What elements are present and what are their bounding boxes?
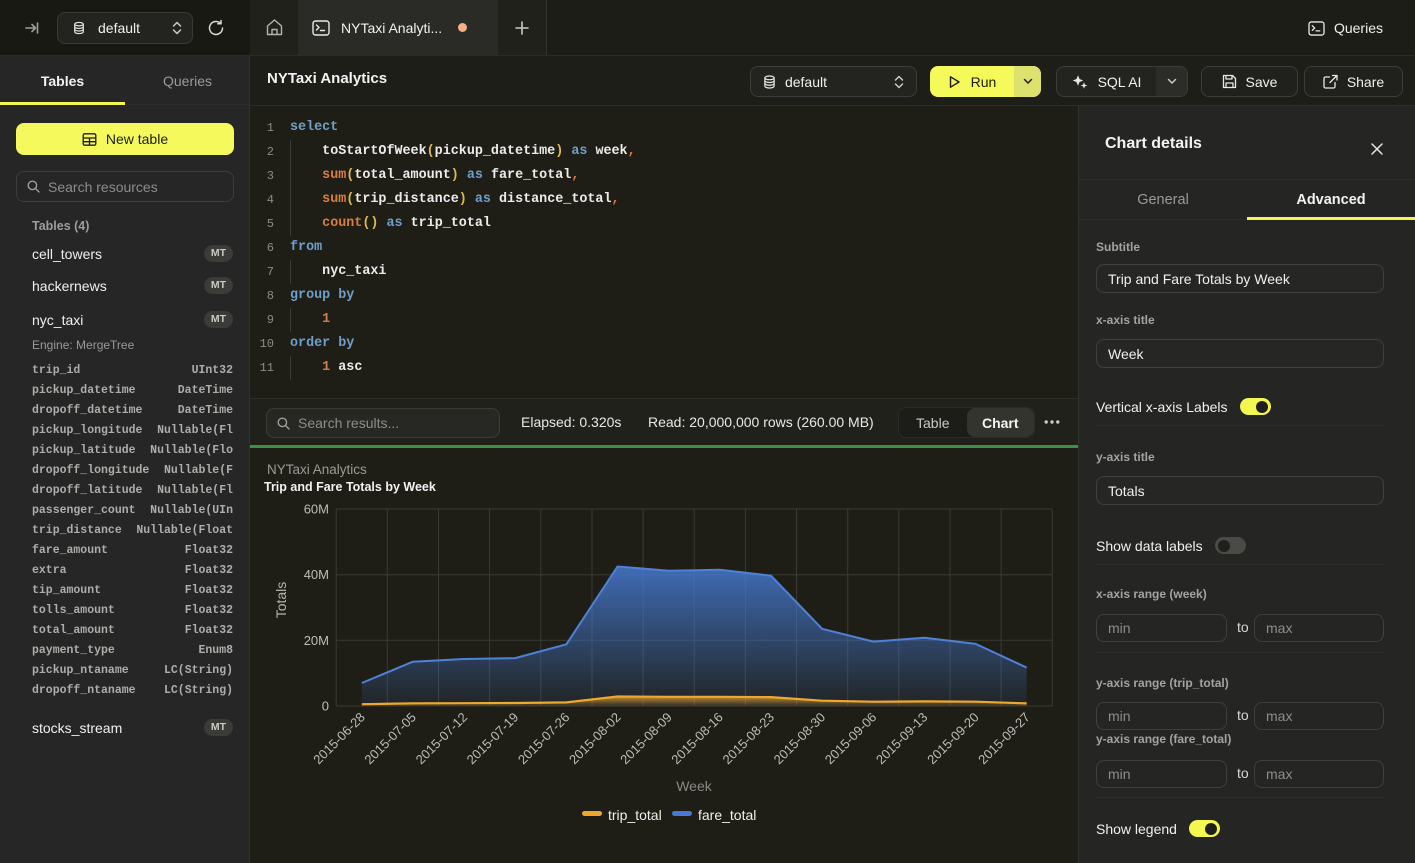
svg-text:2015-07-19: 2015-07-19 [464, 710, 522, 768]
svg-text:fare_total: fare_total [698, 807, 756, 823]
svg-text:2015-07-05: 2015-07-05 [361, 710, 419, 768]
svg-text:2015-09-20: 2015-09-20 [924, 710, 982, 768]
svg-text:2015-09-06: 2015-09-06 [822, 710, 880, 768]
svg-text:2015-08-09: 2015-08-09 [617, 710, 675, 768]
svg-text:40M: 40M [304, 567, 329, 582]
svg-text:60M: 60M [304, 502, 329, 517]
svg-text:2015-08-16: 2015-08-16 [668, 710, 726, 768]
svg-text:2015-09-13: 2015-09-13 [873, 710, 931, 768]
svg-text:2015-08-02: 2015-08-02 [566, 710, 624, 768]
svg-text:2015-08-23: 2015-08-23 [719, 710, 777, 768]
svg-text:2015-07-26: 2015-07-26 [515, 710, 573, 768]
svg-text:trip_total: trip_total [608, 807, 662, 823]
svg-text:0: 0 [322, 699, 329, 714]
svg-text:Week: Week [676, 778, 713, 794]
svg-text:20M: 20M [304, 633, 329, 648]
svg-text:2015-07-12: 2015-07-12 [413, 710, 471, 768]
svg-text:Totals: Totals [273, 582, 289, 619]
svg-text:2015-06-28: 2015-06-28 [310, 710, 368, 768]
svg-text:2015-09-27: 2015-09-27 [975, 710, 1033, 768]
svg-text:2015-08-30: 2015-08-30 [771, 710, 829, 768]
